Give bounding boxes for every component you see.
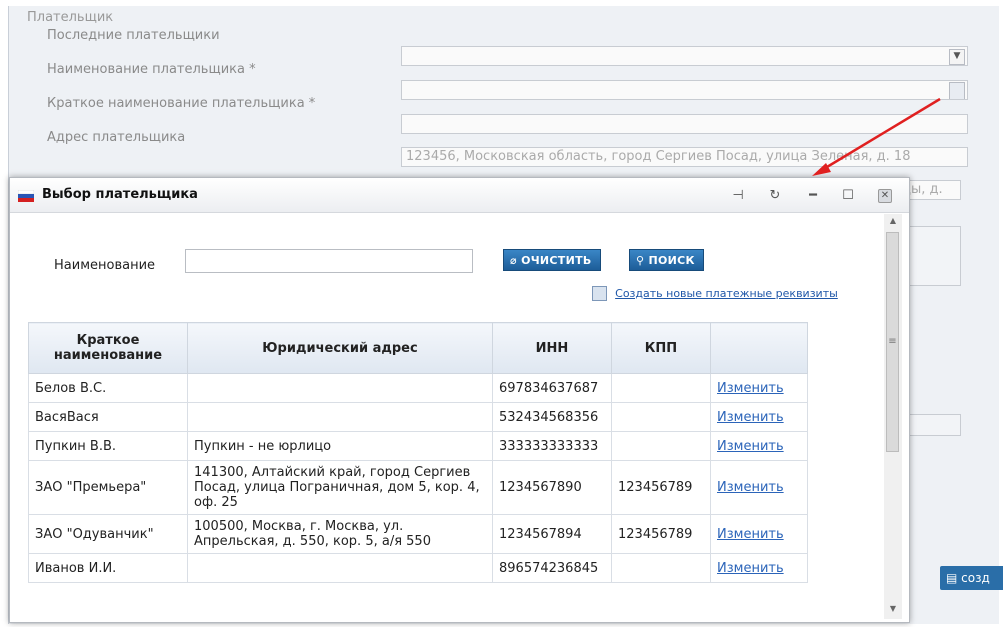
cell-short-name: Белов В.С.	[28, 373, 188, 403]
column-header-inn[interactable]: ИНН	[492, 322, 612, 374]
grip-icon: ≡	[888, 336, 897, 347]
table-row[interactable]: ЗАО "Одуванчик" 100500, Москва, г. Москв…	[28, 514, 808, 554]
cell-address: 141300, Алтайский край, город Сергиев По…	[187, 460, 493, 515]
cell-address	[187, 373, 493, 403]
recent-payers-select[interactable]: ▼	[401, 46, 968, 66]
payer-name-field[interactable]	[401, 80, 968, 100]
maximize-icon[interactable]: ☐	[841, 189, 855, 203]
column-header-address[interactable]: Юридический адрес	[187, 322, 493, 374]
payer-short-name-field[interactable]	[401, 114, 968, 134]
cell-kpp	[611, 553, 711, 583]
search-button[interactable]: ⚲ ПОИСК	[629, 249, 704, 271]
dialog-header: Выбор плательщика ⊣ ↻ ━ ☐ ✕	[10, 178, 909, 213]
table-row[interactable]: Иванов И.И. 896574236845 Изменить	[28, 553, 808, 583]
refresh-icon[interactable]: ↻	[768, 189, 782, 203]
payer-short-name-label: Краткое наименование плательщика *	[47, 96, 316, 111]
chevron-down-icon[interactable]: ▼	[949, 49, 965, 65]
eraser-icon: ⌀	[510, 254, 517, 267]
table-row[interactable]: Белов В.С. 697834637687 Изменить	[28, 373, 808, 403]
cell-inn: 532434568356	[492, 402, 612, 432]
search-button-label: ПОИСК	[648, 254, 695, 267]
recent-payers-label: Последние плательщики	[47, 28, 220, 43]
name-filter-input[interactable]	[185, 249, 473, 273]
payer-address-label: Адрес плательщика	[47, 130, 186, 145]
create-requisites-link[interactable]: Создать новые платежные реквизиты	[615, 287, 838, 300]
minimize-icon[interactable]: ━	[806, 189, 820, 203]
column-header-short-name[interactable]: Краткое наименование	[28, 322, 188, 374]
dialog-title: Выбор плательщика	[42, 187, 198, 202]
cell-inn: 896574236845	[492, 553, 612, 583]
column-header-kpp[interactable]: КПП	[611, 322, 711, 374]
cell-kpp: 123456789	[611, 514, 711, 554]
table-row[interactable]: ЗАО "Премьера" 141300, Алтайский край, г…	[28, 460, 808, 515]
cell-inn: 697834637687	[492, 373, 612, 403]
section-title: Плательщик	[27, 10, 114, 25]
edit-link[interactable]: Изменить	[710, 460, 808, 515]
new-document-icon	[592, 286, 607, 301]
cell-address: 100500, Москва, г. Москва, ул. Апрельска…	[187, 514, 493, 554]
edit-link[interactable]: Изменить	[710, 402, 808, 432]
cell-address	[187, 402, 493, 432]
scroll-up-icon[interactable]: ▲	[886, 216, 900, 228]
payer-name-label: Наименование плательщика *	[47, 62, 256, 77]
column-header-action	[710, 322, 808, 374]
cell-inn: 1234567894	[492, 514, 612, 554]
table-row[interactable]: Пупкин В.В. Пупкин - не юрлицо 333333333…	[28, 431, 808, 461]
edit-link[interactable]: Изменить	[710, 431, 808, 461]
cell-address	[187, 553, 493, 583]
table-header-row: Краткое наименование Юридический адрес И…	[28, 322, 808, 374]
clear-button-label: ОЧИСТИТЬ	[521, 254, 592, 267]
search-icon: ⚲	[636, 254, 645, 267]
cell-short-name: ЗАО "Одуванчик"	[28, 514, 188, 554]
cell-short-name: Пупкин В.В.	[28, 431, 188, 461]
pin-icon[interactable]: ⊣	[731, 189, 745, 203]
payer-address-field[interactable]: 123456, Московская область, город Сергие…	[401, 147, 968, 167]
cell-short-name: ЗАО "Премьера"	[28, 460, 188, 515]
cell-kpp	[611, 431, 711, 461]
cell-short-name: Иванов И.И.	[28, 553, 188, 583]
cell-inn: 1234567890	[492, 460, 612, 515]
select-payer-dialog: Выбор плательщика ⊣ ↻ ━ ☐ ✕ Наименование…	[9, 177, 910, 623]
close-icon[interactable]: ✕	[878, 189, 892, 203]
scroll-down-icon[interactable]: ▼	[886, 604, 900, 616]
payers-table: Краткое наименование Юридический адрес И…	[28, 322, 808, 583]
edit-link[interactable]: Изменить	[710, 514, 808, 554]
edit-link[interactable]: Изменить	[710, 373, 808, 403]
cell-kpp: 123456789	[611, 460, 711, 515]
lookup-icon[interactable]	[949, 82, 965, 99]
cell-short-name: ВасяВася	[28, 402, 188, 432]
edit-link[interactable]: Изменить	[710, 553, 808, 583]
create-button[interactable]: ▤ созд	[940, 566, 1003, 590]
flag-icon	[18, 190, 34, 202]
create-requisites-link-wrap[interactable]: Создать новые платежные реквизиты	[592, 286, 838, 304]
table-row[interactable]: ВасяВася 532434568356 Изменить	[28, 402, 808, 432]
cell-inn: 333333333333	[492, 431, 612, 461]
cell-kpp	[611, 402, 711, 432]
cell-kpp	[611, 373, 711, 403]
cell-address: Пупкин - не юрлицо	[187, 431, 493, 461]
name-filter-label: Наименование	[54, 258, 156, 273]
create-button-label: созд	[961, 571, 990, 585]
clear-button[interactable]: ⌀ ОЧИСТИТЬ	[503, 249, 601, 271]
